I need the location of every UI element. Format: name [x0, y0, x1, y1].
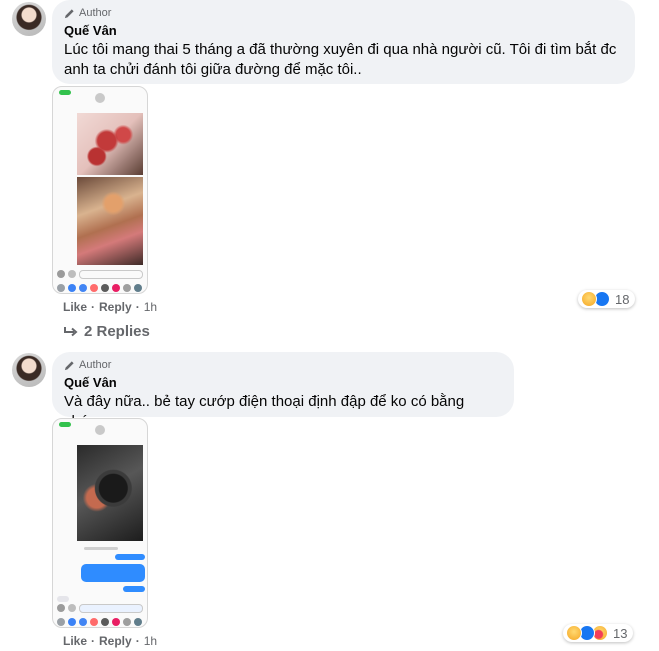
author-badge: Author: [64, 6, 623, 20]
reply-link[interactable]: Reply: [99, 634, 132, 648]
phone-app-dock: [53, 281, 147, 293]
commenter-name[interactable]: Quế Vân: [64, 375, 502, 390]
author-badge-label: Author: [79, 359, 112, 371]
commenter-name[interactable]: Quế Vân: [64, 23, 623, 38]
avatar[interactable]: [12, 2, 46, 36]
phone-status-bar: [53, 87, 147, 103]
phone-toolbar: [53, 267, 147, 281]
reaction-count: 18: [615, 291, 630, 307]
avatar[interactable]: [12, 353, 46, 387]
comment-bubble: Author Quế Vân Lúc tôi mang thai 5 tháng…: [52, 0, 635, 84]
replies-label: 2 Replies: [84, 323, 150, 340]
sad-icon: [581, 291, 597, 307]
pencil-icon: [64, 8, 74, 18]
attached-screenshot[interactable]: [52, 86, 148, 294]
pencil-icon: [64, 360, 74, 370]
battery-icon: [59, 90, 71, 95]
like-link[interactable]: Like: [63, 634, 87, 648]
phone-toolbar: [53, 601, 147, 615]
contact-icon: [95, 93, 105, 103]
sad-icon: [566, 625, 582, 641]
contact-icon: [95, 425, 105, 435]
message-thread: [57, 547, 145, 609]
author-badge: Author: [64, 358, 502, 372]
reaction-count: 13: [613, 625, 628, 641]
phone-app-dock: [53, 615, 147, 627]
view-replies-button[interactable]: 2 Replies: [64, 323, 150, 340]
attached-screenshot[interactable]: [52, 418, 148, 628]
photo-steering-wheel: [77, 445, 143, 541]
battery-icon: [59, 422, 71, 427]
comment-actions: Like · Reply · 1h: [63, 300, 158, 314]
photo-wound: [77, 177, 143, 265]
comment-bubble: Author Quế Vân Và đây nữa.. bẻ tay cướp …: [52, 352, 514, 430]
reply-link[interactable]: Reply: [99, 300, 132, 314]
author-badge-label: Author: [79, 7, 112, 19]
photo-blood: [77, 113, 143, 175]
phone-status-bar: [53, 419, 147, 435]
comment-text: Lúc tôi mang thai 5 tháng a đã thường xu…: [64, 41, 617, 78]
timestamp[interactable]: 1h: [144, 634, 157, 648]
timestamp[interactable]: 1h: [144, 300, 157, 314]
reply-arrow-icon: [64, 326, 78, 336]
like-link[interactable]: Like: [63, 300, 87, 314]
comment-actions: Like · Reply · 1h: [63, 634, 158, 648]
reaction-summary[interactable]: 13: [563, 624, 634, 642]
reaction-summary[interactable]: 18: [578, 290, 636, 308]
